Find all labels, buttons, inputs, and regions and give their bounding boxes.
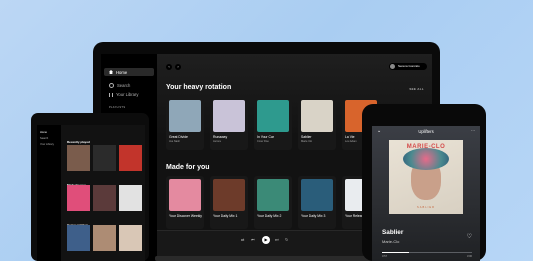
album-cover: MARIE-CLO SABLIER: [389, 140, 463, 214]
card-title: In Your Car: [257, 135, 274, 139]
total-time: 3:06: [466, 255, 472, 258]
tablet-tile[interactable]: [67, 185, 90, 211]
avatar: [390, 64, 395, 69]
back-button[interactable]: ‹: [166, 64, 172, 70]
made-for-you-card[interactable]: Your Discover Weekly: [166, 176, 204, 229]
forward-button[interactable]: ›: [175, 64, 181, 70]
next-icon[interactable]: ⏭: [275, 237, 279, 242]
sidebar-item-label: Search: [117, 83, 131, 88]
artist-name[interactable]: Marie-Clo: [382, 239, 399, 244]
tablet-section-recent: Recently played: [67, 140, 90, 144]
song-title: Sablier: [382, 229, 404, 236]
card-art: [301, 100, 333, 132]
card-title: Your Daily Mix 1: [213, 214, 238, 218]
heavy-rotation-card[interactable]: Sablier Marie Clo: [298, 97, 336, 150]
playlist-title: Uplifters: [418, 129, 434, 134]
card-art: [257, 179, 289, 211]
made-for-you-card[interactable]: Your Daily Mix 1: [210, 176, 248, 229]
tablet-tile[interactable]: [67, 225, 90, 251]
made-for-you-card[interactable]: Your Daily Mix 3: [298, 176, 336, 229]
made-for-you-card[interactable]: Your Daily Mix 2: [254, 176, 292, 229]
heavy-rotation-card[interactable]: In Your Car Cmer Doe: [254, 97, 292, 150]
user-menu[interactable]: Serena Gonzalo: [389, 63, 427, 70]
tablet-tile[interactable]: [119, 185, 142, 211]
card-art: [301, 179, 333, 211]
repeat-icon[interactable]: ↻: [285, 237, 288, 242]
card-title: Your Discover Weekly: [169, 214, 202, 218]
search-icon: [109, 83, 114, 88]
card-subtitle: Marie Clo: [301, 140, 313, 143]
progress-bar[interactable]: [382, 252, 472, 253]
card-subtitle: Aurora: [213, 140, 221, 143]
sidebar-item-library[interactable]: Your Library: [109, 92, 138, 97]
play-button[interactable]: ▶: [262, 236, 270, 244]
card-art: [213, 179, 245, 211]
card-subtitle: Cmer Doe: [257, 140, 269, 143]
card-title: Your Daily Mix 2: [257, 214, 282, 218]
cover-flowers: [403, 148, 449, 170]
previous-icon[interactable]: ⏮: [251, 237, 255, 242]
tablet-sidebar: Home Search Your Library: [37, 125, 61, 261]
progress-fill: [382, 252, 409, 253]
tablet-nav-home[interactable]: Home: [40, 131, 47, 134]
playlists-heading: PLAYLISTS: [109, 106, 126, 109]
tablet-tile[interactable]: [119, 145, 142, 171]
user-name: Serena Gonzalo: [398, 64, 420, 68]
tablet-tile[interactable]: [93, 145, 116, 171]
library-icon: [109, 92, 113, 97]
card-subtitle: Joe Nash: [169, 140, 180, 143]
elapsed-time: 0:57: [382, 255, 388, 258]
see-all-link[interactable]: SEE ALL: [409, 87, 424, 91]
heavy-rotation-card[interactable]: Great Divide Joe Nash: [166, 97, 204, 150]
card-subtitle: Lou Adam: [345, 140, 357, 143]
sidebar-item-search[interactable]: Search: [109, 83, 130, 88]
card-title: Sablier: [301, 135, 312, 139]
card-art: [169, 100, 201, 132]
card-title: Your Daily Mix 3: [301, 214, 326, 218]
laptop-base: [155, 256, 373, 261]
sidebar-item-label: Your Library: [116, 92, 139, 97]
tablet-nav-search[interactable]: Search: [40, 137, 48, 140]
chevron-left-icon: ‹: [168, 64, 170, 69]
tablet-tile[interactable]: [93, 225, 116, 251]
cover-subtitle: SABLIER: [417, 206, 435, 209]
tablet-tile[interactable]: [119, 225, 142, 251]
tablet-nav-library[interactable]: Your Library: [40, 143, 54, 146]
tablet-screen: Home Search Your Library Recently played…: [37, 125, 145, 261]
tablet-tile[interactable]: [93, 185, 116, 211]
card-art: [213, 100, 245, 132]
card-title: Great Divide: [169, 135, 188, 139]
sidebar-item-label: Home: [116, 69, 128, 75]
tablet-tile[interactable]: [67, 145, 90, 171]
made-for-you-title: Made for you: [166, 164, 210, 171]
phone-screen: ⌄ Uplifters ··· MARIE-CLO SABLIER Sablie…: [372, 126, 480, 261]
shuffle-icon[interactable]: ⇄: [241, 237, 244, 242]
home-icon: [109, 70, 113, 74]
heart-icon[interactable]: ♡: [467, 233, 472, 240]
heavy-rotation-card[interactable]: Runaway Aurora: [210, 97, 248, 150]
cover-title: MARIE-CLO: [406, 144, 446, 150]
heavy-rotation-title: Your heavy rotation: [166, 84, 232, 91]
card-title: La Vie: [345, 135, 355, 139]
card-art: [257, 100, 289, 132]
play-icon: ▶: [264, 237, 268, 242]
more-icon[interactable]: ···: [471, 128, 475, 133]
chevron-right-icon: ›: [177, 64, 179, 69]
sidebar-item-home[interactable]: Home: [104, 68, 154, 76]
card-art: [169, 179, 201, 211]
card-title: Runaway: [213, 135, 228, 139]
